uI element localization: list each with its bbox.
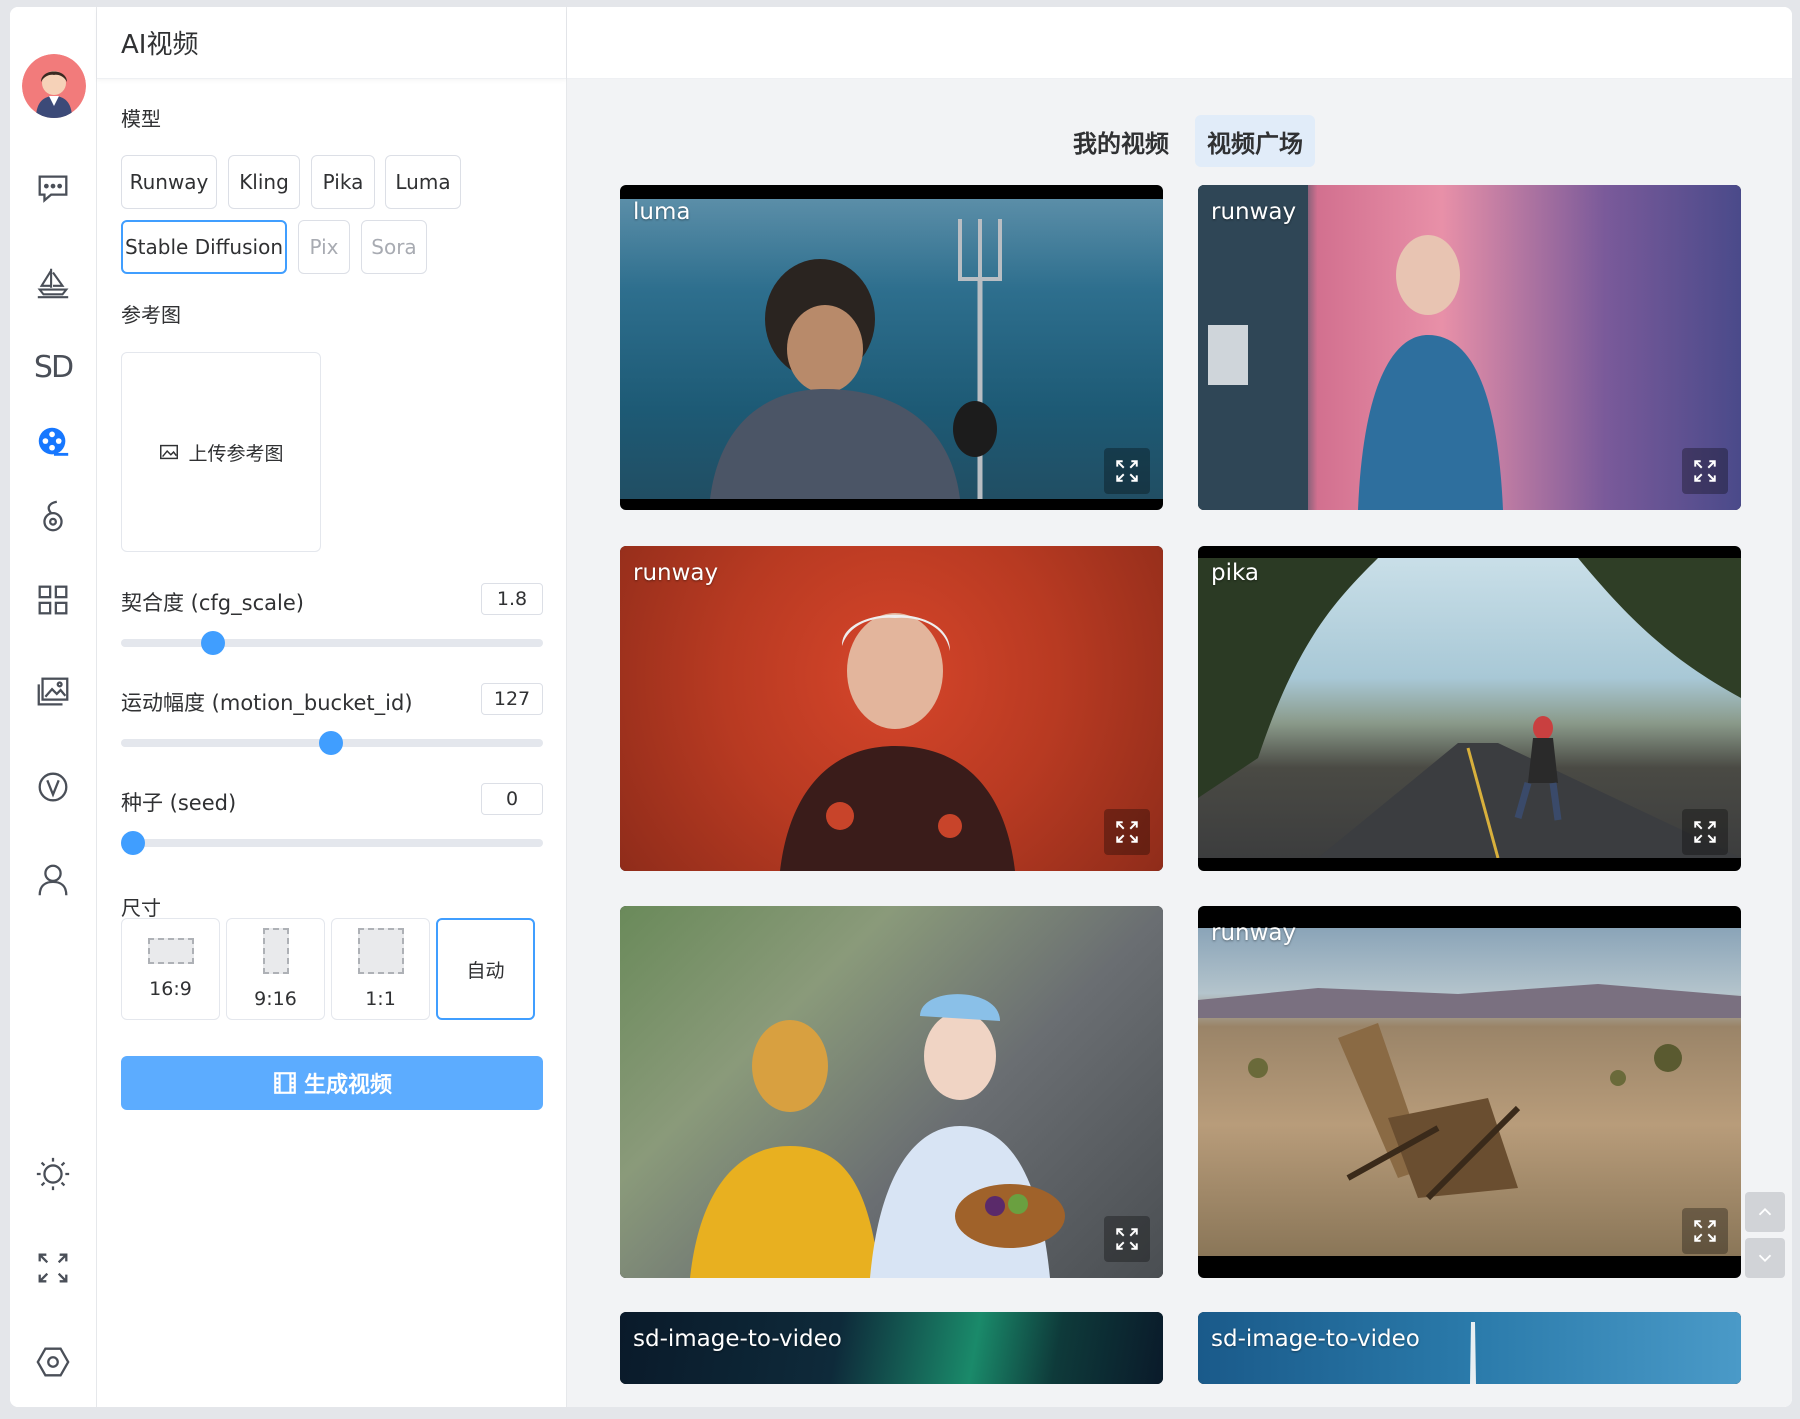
expand-icon[interactable] xyxy=(1104,1216,1150,1262)
model-tag: luma xyxy=(633,199,691,225)
video-card[interactable]: luma xyxy=(620,185,1163,510)
tab-video-plaza[interactable]: 视频广场 xyxy=(1195,115,1315,167)
size-16-9-label: 16:9 xyxy=(149,978,192,1000)
avatar[interactable] xyxy=(22,54,86,118)
model-kling-button[interactable]: Kling xyxy=(228,155,300,209)
expand-icon[interactable] xyxy=(1682,809,1728,855)
size-auto-label: 自动 xyxy=(466,959,505,982)
app-window: SD AI视频 模型 Runway Kling Pika Luma Stable… xyxy=(10,7,1792,1407)
v-icon[interactable] xyxy=(28,762,78,812)
model-tag: sd-image-to-video xyxy=(633,1326,842,1352)
settings-panel: AI视频 模型 Runway Kling Pika Luma Stable Di… xyxy=(97,7,567,1407)
size-9-16-label: 9:16 xyxy=(254,988,297,1010)
upload-reference-button[interactable]: 上传参考图 xyxy=(121,352,321,552)
chat-icon[interactable] xyxy=(28,163,78,213)
scroll-down-button[interactable] xyxy=(1745,1238,1785,1278)
fullscreen-icon[interactable] xyxy=(28,1243,78,1293)
scroll-up-button[interactable] xyxy=(1745,1192,1785,1232)
cfg-scale-label: 契合度 (cfg_scale) xyxy=(121,591,304,615)
settings-icon[interactable] xyxy=(28,1337,78,1387)
model-luma-button[interactable]: Luma xyxy=(385,155,461,209)
side-nav: SD xyxy=(10,7,97,1407)
seed-label: 种子 (seed) xyxy=(121,791,237,815)
video-card[interactable]: sd-image-to-video xyxy=(620,1312,1163,1384)
expand-icon[interactable] xyxy=(1682,448,1728,494)
video-thumbnail xyxy=(1198,185,1741,510)
model-runway-button[interactable]: Runway xyxy=(121,155,217,209)
model-tag: pika xyxy=(1211,560,1259,586)
size-auto-button[interactable]: 自动 xyxy=(436,918,535,1020)
video-card[interactable] xyxy=(620,906,1163,1278)
expand-icon[interactable] xyxy=(1104,448,1150,494)
model-sora-button[interactable]: Sora xyxy=(361,220,427,274)
cfg-scale-handle[interactable] xyxy=(200,631,225,655)
model-tag: runway xyxy=(633,560,719,586)
apps-icon[interactable] xyxy=(28,575,78,625)
motion-slider[interactable] xyxy=(121,731,543,755)
seed-input[interactable]: 0 xyxy=(481,783,543,815)
sd-icon[interactable]: SD xyxy=(28,342,78,392)
model-pix-button[interactable]: Pix xyxy=(298,220,350,274)
model-pika-button[interactable]: Pika xyxy=(311,155,375,209)
chevron-up-icon xyxy=(1758,1207,1772,1216)
video-card[interactable]: runway xyxy=(620,546,1163,871)
generate-video-button[interactable]: 生成视频 xyxy=(121,1056,543,1110)
video-thumbnail xyxy=(1198,558,1741,859)
size-label: 尺寸 xyxy=(121,896,161,920)
video-plaza: 我的视频 视频广场 luma runway runway pika runway… xyxy=(567,7,1792,1407)
upload-label: 上传参考图 xyxy=(188,442,284,465)
tab-my-videos[interactable]: 我的视频 xyxy=(1061,115,1181,167)
ship-icon[interactable] xyxy=(28,257,78,307)
expand-icon[interactable] xyxy=(1682,1208,1728,1254)
video-thumbnail xyxy=(1198,928,1741,1256)
video-card[interactable]: runway xyxy=(1198,906,1741,1278)
cfg-scale-input[interactable]: 1.8 xyxy=(481,583,543,615)
motion-handle[interactable] xyxy=(318,731,343,755)
size-9-16-button[interactable]: 9:16 xyxy=(226,918,325,1020)
chevron-down-icon xyxy=(1758,1254,1772,1263)
panel-header: AI视频 xyxy=(97,7,566,79)
theme-icon[interactable] xyxy=(28,1149,78,1199)
video-thumbnail xyxy=(620,546,1163,871)
film-icon xyxy=(274,1072,296,1094)
tab-bar: 我的视频 视频广场 xyxy=(1061,115,1315,167)
model-tag: sd-image-to-video xyxy=(1211,1326,1420,1352)
reference-image-label: 参考图 xyxy=(121,303,181,327)
cfg-scale-slider[interactable] xyxy=(121,631,543,655)
landscape-icon xyxy=(147,938,194,964)
video-thumbnail xyxy=(620,906,1163,1278)
video-card[interactable]: sd-image-to-video xyxy=(1198,1312,1741,1384)
main-header xyxy=(567,7,1792,79)
motion-label: 运动幅度 (motion_bucket_id) xyxy=(121,691,413,715)
motion-input[interactable]: 127 xyxy=(481,683,543,715)
video-thumbnail xyxy=(620,199,1163,499)
video-card[interactable]: runway xyxy=(1198,185,1741,510)
page-title: AI视频 xyxy=(121,30,199,60)
model-tag: runway xyxy=(1211,199,1297,225)
square-icon xyxy=(357,928,404,974)
size-16-9-button[interactable]: 16:9 xyxy=(121,918,220,1020)
image-icon xyxy=(160,444,179,460)
expand-icon[interactable] xyxy=(1104,809,1150,855)
size-1-1-label: 1:1 xyxy=(365,988,396,1010)
size-1-1-button[interactable]: 1:1 xyxy=(331,918,430,1020)
user-icon[interactable] xyxy=(28,855,78,905)
video-icon[interactable] xyxy=(28,417,78,467)
seed-handle[interactable] xyxy=(121,831,145,855)
model-label: 模型 xyxy=(121,107,161,131)
music-icon[interactable] xyxy=(28,491,78,541)
generate-label: 生成视频 xyxy=(303,1073,392,1098)
video-card[interactable]: pika xyxy=(1198,546,1741,871)
model-stable-diffusion-button[interactable]: Stable Diffusion xyxy=(121,220,287,274)
portrait-icon xyxy=(262,928,289,974)
model-tag: runway xyxy=(1211,920,1297,946)
gallery-icon[interactable] xyxy=(28,667,78,717)
seed-slider[interactable] xyxy=(121,831,543,855)
